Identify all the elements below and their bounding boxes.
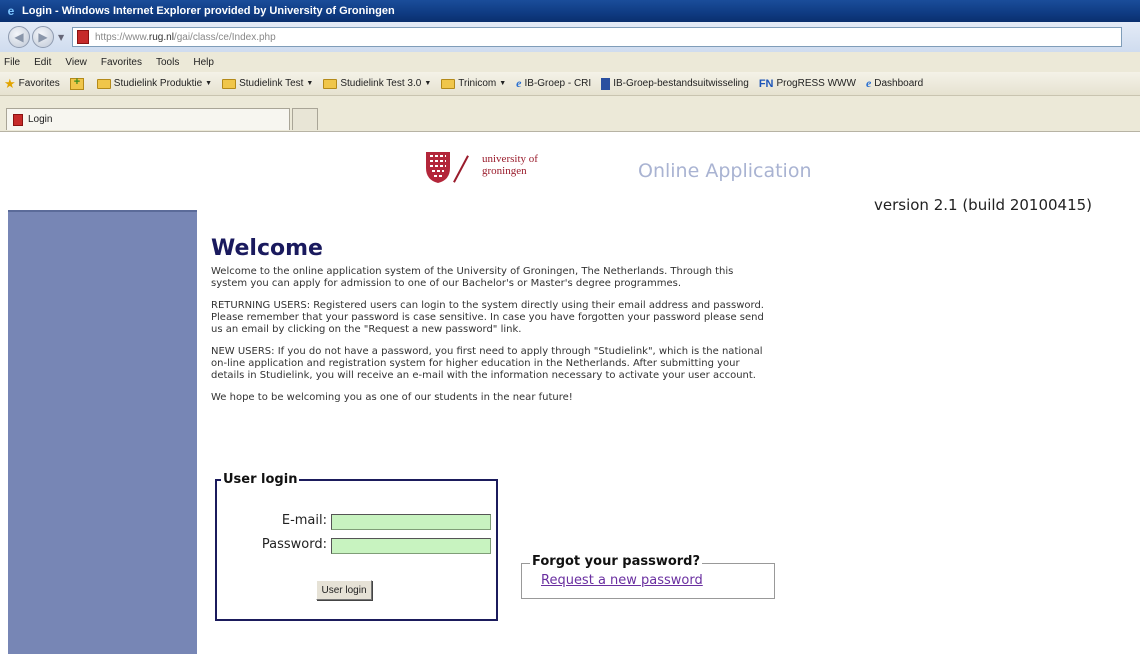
- header-title: Online Application: [638, 160, 812, 182]
- chevron-down-icon: ▼: [205, 80, 213, 87]
- fav-ib-groep-cri[interactable]: e IB-Groep - CRI: [516, 76, 591, 91]
- fav-label: ProgRESS WWW: [776, 78, 856, 89]
- forward-button[interactable]: ▶: [32, 26, 54, 48]
- left-sidebar: [8, 212, 197, 654]
- ie-page-icon: e: [865, 76, 872, 90]
- menu-favorites[interactable]: Favorites: [101, 57, 142, 68]
- version-label: version 2.1 (build 20100415): [874, 196, 1093, 214]
- email-label: E-mail:: [281, 513, 327, 528]
- fav-label: Studielink Produktie: [113, 78, 203, 89]
- fav-dashboard[interactable]: e Dashboard: [866, 76, 923, 91]
- logo-line-1: university of: [482, 153, 538, 165]
- forgot-password-legend: Forgot your password?: [530, 554, 703, 569]
- fav-studielink-test-3[interactable]: Studielink Test 3.0 ▼: [323, 78, 431, 89]
- new-tab-button[interactable]: [292, 108, 318, 130]
- chevron-down-icon: ▼: [499, 80, 507, 87]
- fav-label: Studielink Test 3.0: [340, 78, 422, 89]
- favorites-label: Favorites: [18, 78, 60, 89]
- logo-slash: [453, 155, 469, 183]
- chevron-down-icon: ▼: [424, 80, 432, 87]
- closing-paragraph: We hope to be welcoming you as one of ou…: [211, 392, 573, 403]
- menu-edit[interactable]: Edit: [34, 57, 51, 68]
- logo-line-2: groningen: [482, 165, 527, 177]
- tab-label: Login: [28, 114, 53, 125]
- add-favorite-button[interactable]: [69, 76, 87, 90]
- login-legend: User login: [221, 472, 300, 487]
- star-icon: ★: [4, 75, 16, 91]
- add-favorite-icon: [69, 76, 84, 90]
- returning-users-paragraph: RETURNING USERS: Registered users can lo…: [211, 300, 764, 335]
- new-users-paragraph: NEW USERS: If you do not have a password…: [211, 346, 763, 381]
- tab-bar: Login: [0, 96, 1140, 132]
- tab-login[interactable]: Login: [6, 108, 290, 130]
- window-title: Login - Windows Internet Explorer provid…: [22, 5, 395, 17]
- window-titlebar: e Login - Windows Internet Explorer prov…: [0, 0, 1140, 22]
- chevron-down-icon: ▼: [306, 80, 314, 87]
- ie-page-icon: e: [516, 76, 522, 90]
- fav-label: IB-Groep - CRI: [524, 78, 592, 89]
- shield-crest-icon: [426, 152, 450, 183]
- ie-logo-icon: e: [7, 4, 15, 18]
- folder-icon: [222, 78, 237, 89]
- arrow-left-icon: ◀: [14, 30, 24, 44]
- page-title: Welcome: [211, 236, 323, 261]
- fav-label: IB-Groep-bestandsuitwisseling: [613, 78, 749, 89]
- menu-help[interactable]: Help: [193, 57, 214, 68]
- menu-view[interactable]: View: [65, 57, 87, 68]
- address-scheme: https://www.: [95, 31, 149, 43]
- history-dropdown-icon[interactable]: ▼: [58, 33, 68, 42]
- request-new-password-link[interactable]: Request a new password: [541, 573, 703, 588]
- email-field[interactable]: [331, 514, 491, 530]
- address-path: /gai/class/ce/Index.php: [173, 31, 276, 43]
- logo-wordmark: university of groningen: [482, 154, 538, 178]
- password-field[interactable]: [331, 538, 491, 554]
- fn-icon: FN: [758, 77, 774, 90]
- document-icon: [601, 77, 611, 90]
- favorites-button[interactable]: ★ Favorites: [4, 76, 60, 92]
- menu-bar: File Edit View Favorites Tools Help: [0, 52, 1140, 72]
- page-favicon-icon: [77, 30, 89, 44]
- address-bar[interactable]: https://www. rug.nl/gai/class/ce/Index.ph…: [72, 27, 1122, 47]
- page-favicon-icon: [13, 113, 23, 126]
- university-logo: university of groningen: [424, 150, 564, 188]
- folder-icon: [323, 78, 338, 89]
- fav-studielink-produktie[interactable]: Studielink Produktie ▼: [96, 78, 213, 89]
- user-login-form: User login E-mail: Password: User login: [215, 472, 498, 621]
- menu-tools[interactable]: Tools: [156, 57, 179, 68]
- fav-trinicom[interactable]: Trinicom ▼: [441, 78, 506, 89]
- fav-studielink-test[interactable]: Studielink Test ▼: [222, 78, 313, 89]
- fav-label: Trinicom: [458, 78, 497, 89]
- password-label: Password:: [261, 537, 327, 552]
- fav-ib-groep-bestandsuitwisseling[interactable]: IB-Groep-bestandsuitwisseling: [601, 77, 749, 90]
- folder-icon: [96, 78, 111, 89]
- arrow-right-icon: ▶: [38, 30, 48, 44]
- address-row: ◀ ▶ ▼ https://www. rug.nl/gai/class/ce/In…: [0, 22, 1140, 52]
- fav-progress-www[interactable]: FN ProgRESS WWW: [759, 78, 856, 90]
- fav-label: Dashboard: [874, 78, 924, 89]
- folder-icon: [441, 78, 456, 89]
- user-login-button[interactable]: User login: [316, 580, 372, 600]
- intro-paragraph: Welcome to the online application system…: [211, 266, 734, 289]
- address-host: rug.nl: [148, 31, 174, 43]
- favorites-bar: ★ Favorites Studielink Produktie ▼ Studi…: [0, 72, 1140, 96]
- forgot-password-box: Forgot your password? Request a new pass…: [521, 554, 775, 599]
- menu-file[interactable]: File: [4, 57, 20, 68]
- welcome-text: Welcome to the online application system…: [211, 266, 767, 414]
- back-button[interactable]: ◀: [8, 26, 30, 48]
- fav-label: Studielink Test: [239, 78, 304, 89]
